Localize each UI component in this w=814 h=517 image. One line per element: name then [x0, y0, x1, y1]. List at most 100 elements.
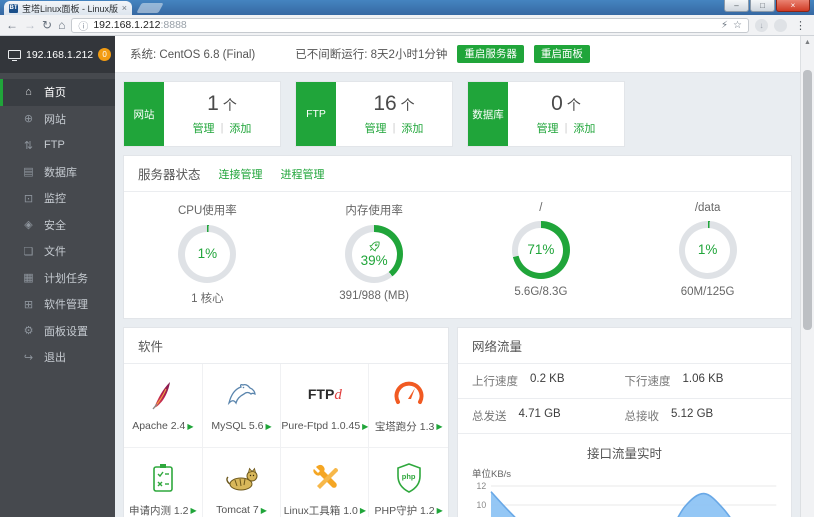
sidebar-item-ftp[interactable]: ⇅ FTP: [0, 132, 115, 159]
gauge-sub: 1 核心: [191, 293, 224, 305]
software-item-tomcat[interactable]: Tomcat 7 ▶: [203, 448, 282, 517]
page-info-icon[interactable]: ⓘ: [78, 18, 88, 33]
sidebar-item-label: FTP: [44, 139, 65, 152]
processes-link[interactable]: 进程管理: [281, 166, 325, 182]
network-panel: 网络流量 上行速度 0.2 KB 下行速度 1.06 KB 总发送 4.71 GB 总…: [457, 327, 792, 517]
add-link[interactable]: 添加: [229, 120, 251, 136]
back-icon[interactable]: ←: [6, 19, 18, 31]
restart-server-button[interactable]: 重启服务器: [457, 44, 524, 64]
total-recv-label: 总接收: [624, 411, 660, 423]
browser-tab[interactable]: BT 宝塔Linux面板 - Linux版 ×: [4, 1, 132, 15]
add-link[interactable]: 添加: [401, 120, 423, 136]
software-title: 软件: [138, 340, 164, 354]
reload-icon[interactable]: ↻: [42, 19, 52, 31]
tab-close-icon[interactable]: ×: [122, 3, 127, 13]
bookmark-star-icon[interactable]: ☆: [733, 20, 742, 31]
extension-icon[interactable]: [774, 18, 787, 32]
gauge-data-disk: /data 1% 60M/125G: [624, 202, 791, 306]
folder-icon: ❏: [23, 245, 34, 258]
card-tag: FTP: [296, 82, 336, 146]
server-status-panel: 服务器状态 连接管理 进程管理 CPU使用率 1% 1 核心 内存使用率 39%…: [123, 155, 792, 319]
sidebar-item-websites[interactable]: ⊕ 网站: [0, 106, 115, 133]
browser-scrollbar[interactable]: ▲: [800, 36, 814, 517]
sidebar-item-security[interactable]: ◈ 安全: [0, 212, 115, 239]
sidebar-item-home[interactable]: ⌂ 首页: [0, 79, 115, 106]
plugin-icon[interactable]: ⚡: [721, 20, 728, 31]
stat-card-ftp: FTP 16 个 管理 | 添加: [295, 81, 453, 147]
sidebar-item-monitor[interactable]: ⊡ 监控: [0, 185, 115, 212]
sidebar-item-label: 软件管理: [44, 299, 88, 312]
sidebar-item-label: 文件: [44, 246, 66, 259]
speedometer-icon: [394, 378, 424, 410]
window-minimize-button[interactable]: –: [724, 0, 749, 12]
run-indicator-icon: ▶: [265, 421, 272, 431]
sidebar-item-label: 数据库: [44, 166, 77, 179]
database-icon: ▤: [23, 166, 34, 179]
software-item-php-guard[interactable]: php PHP守护 1.2 ▶: [369, 448, 448, 517]
apache-feather-icon: [150, 379, 176, 411]
manage-link[interactable]: 管理: [365, 120, 387, 136]
home-icon[interactable]: ⌂: [58, 19, 65, 31]
window-close-button[interactable]: ×: [776, 0, 810, 12]
software-item-apache[interactable]: Apache 2.4 ▶: [124, 364, 203, 448]
download-extension-icon[interactable]: ↓: [755, 18, 768, 32]
address-bar[interactable]: ⓘ 192.168.1.212:8888 ⚡ ☆: [71, 17, 749, 33]
restart-panel-button[interactable]: 重启面板: [533, 44, 590, 64]
browser-toolbar: ← → ↻ ⌂ ⓘ 192.168.1.212:8888 ⚡ ☆ ↓ ⋮: [0, 15, 814, 36]
shield-icon: ◈: [24, 219, 33, 232]
home-icon: ⌂: [25, 86, 32, 99]
sidebar-item-settings[interactable]: ⚙ 面板设置: [0, 318, 115, 345]
run-indicator-icon: ▶: [436, 505, 443, 515]
software-item-benchmark[interactable]: 宝塔跑分 1.3 ▶: [369, 364, 448, 448]
manage-link[interactable]: 管理: [537, 120, 559, 136]
software-item-beta[interactable]: 申请内测 1.2 ▶: [124, 448, 203, 517]
software-item-pureftpd[interactable]: FTPd Pure-Ftpd 1.0.45 ▶: [281, 364, 370, 448]
manage-link[interactable]: 管理: [193, 120, 215, 136]
memory-donut-chart[interactable]: 39%: [345, 225, 404, 283]
up-speed-label: 上行速度: [472, 376, 518, 388]
data-disk-donut-chart[interactable]: 1%: [678, 221, 737, 279]
software-item-toolbox[interactable]: Linux工具箱 1.0 ▶: [281, 448, 370, 517]
card-count: 0个: [551, 92, 581, 115]
software-item-mysql[interactable]: MySQL 5.6 ▶: [202, 364, 282, 448]
php-shield-icon: php: [396, 462, 422, 494]
pureftpd-logo-icon: FTPd: [307, 386, 342, 403]
monitor-chart-icon: ⊡: [23, 192, 34, 205]
sidebar-server-header[interactable]: 192.168.1.212 0: [0, 36, 115, 73]
gauge-sub: 60M/125G: [680, 286, 735, 298]
gauge-title: 内存使用率: [345, 205, 403, 217]
message-count-badge[interactable]: 0: [98, 48, 112, 61]
window-maximize-button[interactable]: □: [750, 0, 775, 12]
new-tab-button[interactable]: [136, 3, 164, 13]
add-link[interactable]: 添加: [573, 120, 595, 136]
connections-link[interactable]: 连接管理: [219, 166, 263, 182]
run-indicator-icon: ▶: [359, 505, 366, 515]
rocket-icon: [368, 241, 380, 252]
gauge-cpu: CPU使用率 1% 1 核心: [124, 202, 291, 306]
scrollbar-up-icon[interactable]: ▲: [801, 36, 814, 50]
sidebar-item-logout[interactable]: ↪ 退出: [0, 344, 115, 371]
link-separator: |: [564, 122, 568, 134]
sidebar-item-database[interactable]: ▤ 数据库: [0, 159, 115, 186]
network-title: 网络流量: [472, 340, 523, 354]
gauge-memory: 内存使用率 39% 391/988 (MB): [291, 202, 458, 306]
scrollbar-thumb[interactable]: [803, 70, 812, 330]
gauge-title: CPU使用率: [177, 205, 237, 217]
forward-icon[interactable]: →: [24, 19, 36, 31]
sidebar-item-files[interactable]: ❏ 文件: [0, 238, 115, 265]
sidebar-item-cron[interactable]: ▦ 计划任务: [0, 265, 115, 292]
browser-menu-icon[interactable]: ⋮: [793, 19, 808, 32]
down-speed-label: 下行速度: [624, 376, 671, 388]
main-content: 系统: CentOS 6.8 (Final) 已不间断运行: 8天2小时1分钟 …: [115, 36, 800, 517]
traffic-chart: 121086420: [458, 480, 791, 517]
cpu-donut-chart[interactable]: 1%: [178, 225, 237, 283]
total-recv-value: 5.12 GB: [671, 408, 714, 420]
run-indicator-icon: ▶: [362, 421, 369, 431]
sidebar-item-appstore[interactable]: ⊞ 软件管理: [0, 291, 115, 318]
window-controls: – □ ×: [723, 0, 810, 12]
browser-titlebar: BT 宝塔Linux面板 - Linux版 × – □ ×: [0, 0, 814, 15]
gauge-root-disk: / 71% 5.6G/8.3G: [458, 202, 625, 306]
root-disk-donut-chart[interactable]: 71%: [511, 221, 570, 279]
logout-icon: ↪: [23, 351, 34, 364]
stat-cards: 网站 1个 管理 | 添加 FTP 16 个 管理 | 添加 数据库 0 个 管…: [123, 81, 792, 147]
